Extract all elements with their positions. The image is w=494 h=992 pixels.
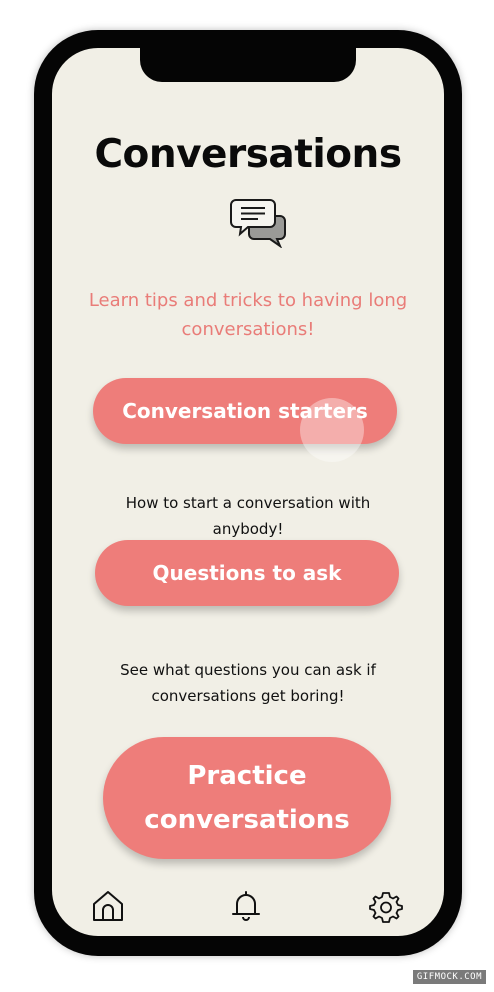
- questions-to-ask-label: Questions to ask: [152, 561, 342, 585]
- home-icon[interactable]: [90, 888, 126, 924]
- page-subtitle: Learn tips and tricks to having long con…: [88, 290, 408, 340]
- chat-bubbles-icon: [230, 199, 286, 248]
- practice-label-line1: Practice: [187, 761, 307, 791]
- page-title: Conversations: [94, 132, 402, 177]
- phone-notch: [140, 48, 356, 82]
- gear-icon[interactable]: [368, 888, 404, 924]
- phone-frame: Conversations Learn tips and tricks to h…: [34, 30, 462, 956]
- questions-to-ask-description: See what questions you can ask if conver…: [120, 661, 376, 705]
- practice-label-line2: conversations: [144, 805, 350, 835]
- practice-conversations-button[interactable]: Practice conversations: [103, 737, 391, 859]
- touch-indicator: [300, 398, 364, 462]
- bell-icon[interactable]: [228, 888, 264, 924]
- questions-to-ask-button[interactable]: Questions to ask: [95, 540, 399, 606]
- conversation-starters-description: How to start a conversation with anybody…: [125, 494, 371, 538]
- watermark: GIFMOCK.COM: [412, 970, 486, 984]
- app-screen: Conversations Learn tips and tricks to h…: [52, 48, 444, 936]
